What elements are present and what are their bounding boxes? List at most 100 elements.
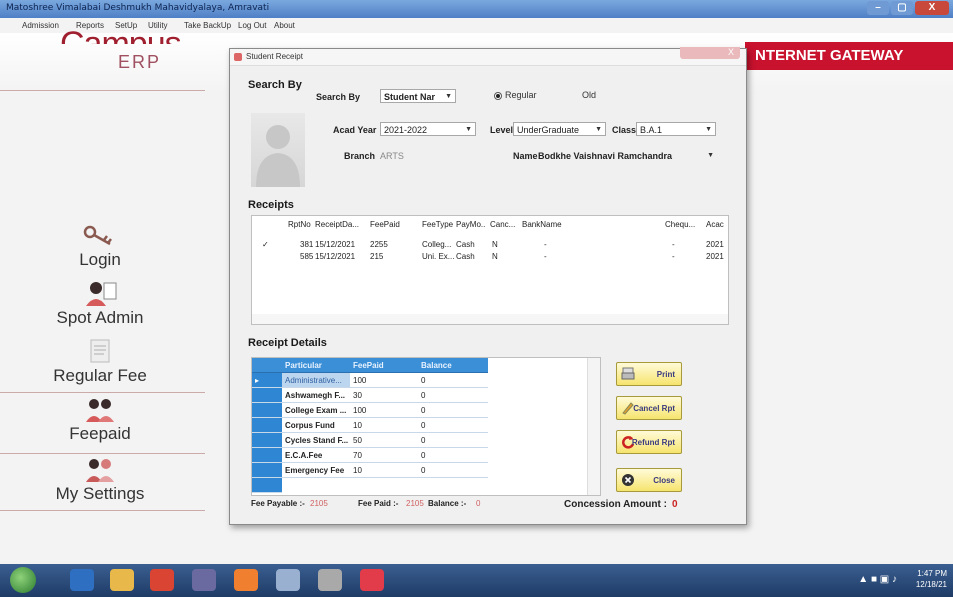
feetype-cell: Uni. Ex... <box>422 252 454 261</box>
sidebar-item-regular-fee[interactable]: Regular Fee <box>20 338 180 386</box>
close-button-label: Close <box>653 476 675 485</box>
user-icon <box>86 282 117 306</box>
person-silhouette-icon <box>256 125 300 187</box>
class-value: B.A.1 <box>640 125 663 135</box>
row-header-corner <box>252 358 282 373</box>
calculator-icon[interactable] <box>318 569 342 591</box>
menu-take-backup[interactable]: Take BackUp <box>184 21 231 30</box>
sidebar-item-login[interactable]: Login <box>20 222 180 270</box>
sidebar-item-spot-admin[interactable]: Spot Admin <box>20 280 180 328</box>
particular-cell[interactable]: E.C.A.Fee <box>282 448 350 463</box>
balance-cell[interactable]: 0 <box>418 418 488 433</box>
app-icon[interactable] <box>192 569 216 591</box>
balance-cell[interactable]: 0 <box>418 448 488 463</box>
browser-icon[interactable] <box>150 569 174 591</box>
particular-cell[interactable]: Emergency Fee <box>282 463 350 478</box>
balance-cell[interactable]: 0 <box>418 403 488 418</box>
feepaid-cell[interactable]: 100 <box>350 403 418 418</box>
date-cell: 15/12/2021 <box>315 252 356 261</box>
receipts-heading: Receipts <box>248 199 294 211</box>
paymode-cell: Cash <box>456 252 475 261</box>
row-selector-arrow-icon[interactable]: ▸ <box>252 373 282 388</box>
menu-admission[interactable]: Admission <box>22 21 59 30</box>
folder-icon[interactable] <box>110 569 134 591</box>
checkmark-icon[interactable]: ✓ <box>262 240 269 249</box>
col-header[interactable]: PayMo... <box>456 220 486 229</box>
system-tray-icons[interactable]: ▲ ■ ▣ ♪ <box>858 574 897 585</box>
receipts-table-header: RptNo ReceiptDa... FeePaid FeeType PayMo… <box>252 220 728 234</box>
class-select[interactable]: B.A.1 ▼ <box>636 122 716 136</box>
level-select[interactable]: UnderGraduate ▼ <box>513 122 606 136</box>
close-window-button[interactable]: X <box>915 1 949 15</box>
particular-cell[interactable]: Cycles Stand F... <box>282 433 350 448</box>
acad-year-select[interactable]: 2021-2022 ▼ <box>380 122 476 136</box>
feepaid-cell[interactable]: 70 <box>350 448 418 463</box>
feepaid-cell[interactable]: 50 <box>350 433 418 448</box>
menu-about[interactable]: About <box>274 21 295 30</box>
internet-explorer-icon[interactable] <box>70 569 94 591</box>
col-header[interactable]: FeePaid <box>350 358 418 373</box>
col-header[interactable]: RptNo <box>288 220 311 229</box>
minimize-button[interactable]: – <box>867 1 889 15</box>
document-icon[interactable] <box>276 569 300 591</box>
erp-app-icon[interactable] <box>360 569 384 591</box>
name-select[interactable]: Bodkhe Vaishnavi Ramchandra ▼ <box>534 148 718 162</box>
balance-cell[interactable]: 0 <box>418 433 488 448</box>
table-row[interactable]: 585 15/12/2021 215 Uni. Ex... Cash N - -… <box>252 252 728 263</box>
horizontal-scrollbar[interactable] <box>252 314 728 324</box>
row-selector[interactable] <box>252 403 282 418</box>
row-selector[interactable] <box>252 388 282 403</box>
dialog-close-button[interactable]: X <box>680 47 740 59</box>
window-controls: – ▢ X <box>867 1 949 15</box>
print-button[interactable]: Print <box>616 362 682 386</box>
row-selector[interactable] <box>252 448 282 463</box>
particular-cell[interactable]: Corpus Fund <box>282 418 350 433</box>
sidebar-item-feepaid[interactable]: Feepaid <box>20 396 180 444</box>
fee-paid-label: Fee Paid :- <box>358 499 399 508</box>
firefox-icon[interactable] <box>234 569 258 591</box>
sidebar-item-label: Spot Admin <box>56 308 144 327</box>
maximize-button[interactable]: ▢ <box>891 1 913 15</box>
col-header[interactable]: FeeType <box>422 220 453 229</box>
cancel-receipt-button[interactable]: Cancel Rpt <box>616 396 682 420</box>
col-header[interactable]: FeePaid <box>370 220 400 229</box>
row-selector[interactable] <box>252 463 282 478</box>
particular-cell[interactable]: Ashwamegh F... <box>282 388 350 403</box>
acad-cell: 2021 <box>706 252 724 261</box>
col-header[interactable]: ReceiptDa... <box>315 220 365 229</box>
feepaid-cell[interactable]: 10 <box>350 463 418 478</box>
vertical-scrollbar[interactable] <box>587 358 600 495</box>
feepaid-cell[interactable]: 10 <box>350 418 418 433</box>
table-row[interactable]: ✓ 381 15/12/2021 2255 Colleg... Cash N -… <box>252 240 728 251</box>
feepaid-cell[interactable]: 100 <box>350 373 418 388</box>
clock[interactable]: 1:47 PM 12/18/21 <box>916 568 947 590</box>
particular-cell[interactable]: Administrative... <box>282 373 350 388</box>
col-header[interactable]: Particular <box>282 358 350 373</box>
col-header[interactable]: Acac <box>706 220 726 229</box>
start-button[interactable] <box>10 567 36 593</box>
search-by-select[interactable]: Student Nar ▼ <box>380 89 456 103</box>
col-header[interactable]: BankName <box>522 220 562 229</box>
chevron-down-icon: ▼ <box>595 126 602 133</box>
chevron-down-icon: ▼ <box>465 126 472 133</box>
close-button[interactable]: Close <box>616 468 682 492</box>
row-selector[interactable] <box>252 433 282 448</box>
balance-cell[interactable]: 0 <box>418 388 488 403</box>
erp-logo-text: ERP <box>118 52 162 72</box>
regular-radio[interactable] <box>494 92 502 100</box>
balance-cell[interactable]: 0 <box>418 373 488 388</box>
sidebar-item-label: Regular Fee <box>53 366 147 385</box>
refund-receipt-button[interactable]: Refund Rpt <box>616 430 682 454</box>
feepaid-cell[interactable]: 30 <box>350 388 418 403</box>
row-selector[interactable] <box>252 418 282 433</box>
sidebar-item-my-settings[interactable]: My Settings <box>20 456 180 504</box>
chevron-down-icon: ▼ <box>705 126 712 133</box>
col-header[interactable]: Chequ... <box>665 220 697 229</box>
row-selector[interactable] <box>252 478 282 493</box>
menu-log-out[interactable]: Log Out <box>238 21 266 30</box>
old-radio-label[interactable]: Old <box>582 90 596 100</box>
balance-cell[interactable]: 0 <box>418 463 488 478</box>
col-header[interactable]: Canc... <box>490 220 516 229</box>
col-header[interactable]: Balance <box>418 358 488 373</box>
particular-cell[interactable]: College Exam ... <box>282 403 350 418</box>
